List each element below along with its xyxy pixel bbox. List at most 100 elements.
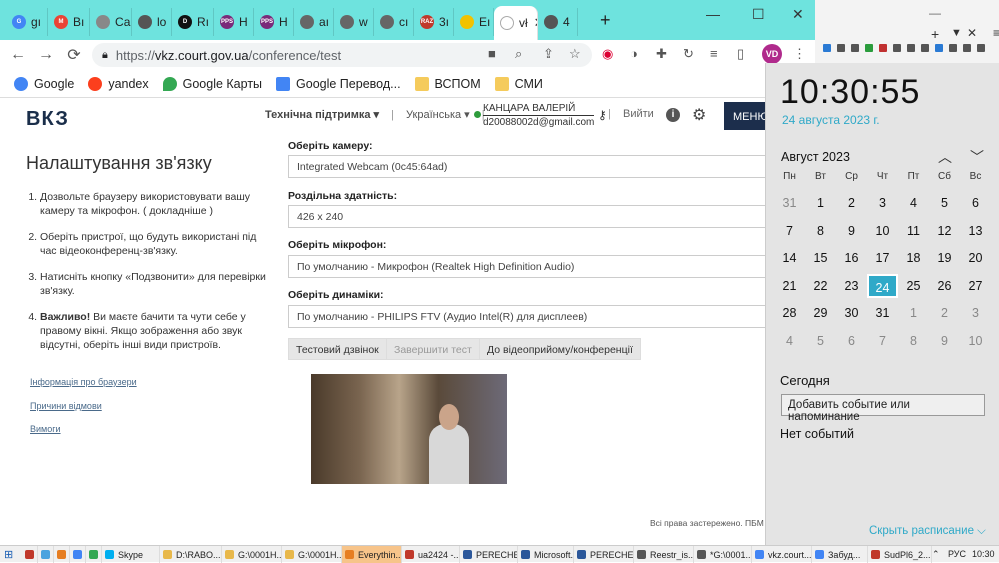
taskbar-app-button[interactable]: SudPl6_2... (868, 546, 932, 563)
calendar-day[interactable]: 2 (929, 301, 960, 325)
browser-tab[interactable]: vł✕ (494, 6, 538, 40)
camera-select[interactable]: Integrated Webcam (0c45:64ad) (288, 155, 768, 178)
history-icon[interactable]: ↻ (683, 46, 694, 62)
extension-icon[interactable]: ◉ (602, 46, 613, 62)
browser-tab[interactable]: Ggı (6, 8, 48, 36)
bookmark-google[interactable]: Google (14, 76, 74, 91)
taskbar-app-button[interactable]: Microsoft... (518, 546, 574, 563)
chevron-down-icon[interactable]: ﹀ (970, 147, 984, 167)
calendar-day[interactable]: 7 (867, 329, 898, 353)
taskbar-app-button[interactable]: Reestr_is... (634, 546, 694, 563)
language-dropdown[interactable]: Українська ▾ (406, 109, 470, 121)
calendar-day[interactable]: 1 (898, 301, 929, 325)
refusal-reasons-link[interactable]: Причини відмови (30, 401, 102, 411)
back-icon[interactable]: ← (4, 46, 32, 64)
browser-tab[interactable]: PPS Н (254, 8, 294, 36)
taskbar-app-button[interactable]: D:\RABO... (160, 546, 222, 563)
calendar-day[interactable]: 5 (805, 329, 836, 353)
calendar-day[interactable]: 10 (867, 219, 898, 243)
calendar-day[interactable]: 9 (836, 219, 867, 243)
calendar-day[interactable]: 26 (929, 274, 960, 298)
calendar-day[interactable]: 12 (929, 219, 960, 243)
toolbar-icon[interactable] (949, 44, 957, 52)
calendar-month[interactable]: Август 2023 (781, 150, 850, 164)
calendar-day[interactable]: 9 (929, 329, 960, 353)
calendar-day[interactable]: 18 (898, 246, 929, 270)
add-event-input[interactable]: Добавить событие или напоминание (781, 394, 985, 423)
toolbar-icon[interactable] (837, 44, 845, 52)
bookmark-folder-vspom[interactable]: ВСПОМ (414, 76, 481, 91)
go-to-conference-button[interactable]: До відеоприйому/конференції (479, 338, 641, 360)
calendar-day[interactable]: 10 (960, 329, 991, 353)
new-tab-button[interactable]: + (600, 10, 611, 31)
logout-link[interactable]: Вийти (623, 108, 654, 120)
taskbar-app-button[interactable] (86, 546, 102, 563)
bookmark-yandex[interactable]: yandex (88, 76, 149, 91)
toolbar-icon[interactable] (851, 44, 859, 52)
browser-tab[interactable]: D Rı (172, 8, 214, 36)
calendar-day[interactable]: 23 (836, 274, 867, 298)
toolbar-icon[interactable] (823, 44, 831, 52)
calendar-day[interactable]: 21 (774, 274, 805, 298)
input-language[interactable]: РУС (948, 549, 966, 559)
calendar-day-today[interactable]: 24 (867, 273, 898, 298)
media-icon[interactable]: ≡ (710, 46, 718, 61)
toolbar-icon[interactable] (865, 44, 873, 52)
close-icon[interactable]: ✕ (967, 26, 977, 40)
calendar-day[interactable]: 6 (960, 191, 991, 215)
calendar-day[interactable]: 27 (960, 274, 991, 298)
minimize-button[interactable]: — (706, 6, 720, 22)
calendar-day[interactable]: 3 (867, 191, 898, 215)
share-icon[interactable]: ⇪ (543, 46, 554, 62)
browser-tab[interactable]: RAZ 3ı (414, 8, 454, 36)
clock-date[interactable]: 24 августа 2023 г. (782, 113, 880, 127)
browser-tab[interactable]: PPS Н (214, 8, 254, 36)
info-icon[interactable]: i (666, 108, 680, 122)
chevron-down-icon[interactable]: ▼ (951, 27, 962, 39)
taskbar-app-button[interactable]: ua2424 -... (402, 546, 460, 563)
toolbar-icon[interactable] (921, 44, 929, 52)
taskbar-app-button[interactable]: PERECHE... (460, 546, 518, 563)
taskbar-app-button[interactable]: Skype (102, 546, 160, 563)
profile-avatar[interactable]: VD (762, 44, 782, 64)
browser-tab[interactable]: cı (374, 8, 414, 36)
calendar-day[interactable]: 11 (898, 219, 929, 243)
zoom-icon[interactable]: ⌕ (515, 46, 522, 62)
taskbar-app-button[interactable] (38, 546, 54, 563)
toolbar-icon[interactable] (907, 44, 915, 52)
taskbar-clock[interactable]: 10:30 (972, 549, 995, 559)
calendar-day[interactable]: 17 (867, 246, 898, 270)
star-icon[interactable]: ☆ (569, 46, 581, 62)
taskbar-app-button[interactable]: PERECHE... (574, 546, 634, 563)
taskbar-app-button[interactable] (70, 546, 86, 563)
calendar-day[interactable]: 25 (898, 274, 929, 298)
site-logo[interactable]: ВКЗ (26, 108, 69, 131)
calendar-day[interactable]: 22 (805, 274, 836, 298)
close-window-button[interactable]: ✕ (792, 6, 804, 23)
calendar-day[interactable]: 16 (836, 246, 867, 270)
calendar-day[interactable]: 30 (836, 301, 867, 325)
calendar-day[interactable]: 14 (774, 246, 805, 270)
support-dropdown[interactable]: Технічна підтримка ▾ (265, 109, 379, 121)
chevron-up-icon[interactable]: ︿ (938, 147, 952, 167)
browser-info-link[interactable]: Інформація про браузери (30, 377, 137, 387)
hide-schedule-link[interactable]: Скрыть расписание ⌵ (869, 525, 986, 538)
test-call-button[interactable]: Тестовий дзвінок (288, 338, 387, 360)
toolbar-icon[interactable] (963, 44, 971, 52)
calendar-day[interactable]: 31 (774, 191, 805, 215)
toolbar-icon[interactable] (935, 44, 943, 52)
calendar-day[interactable]: 2 (836, 191, 867, 215)
taskbar-app-button[interactable]: *G:\0001... (694, 546, 752, 563)
forward-icon[interactable]: → (32, 46, 60, 64)
taskbar-app-button[interactable]: G:\0001H... (222, 546, 282, 563)
browser-tab[interactable]: Еı (454, 8, 494, 36)
calendar-day[interactable]: 3 (960, 301, 991, 325)
puzzle-icon[interactable]: ✚ (656, 46, 667, 62)
calendar-day[interactable]: 19 (929, 246, 960, 270)
calendar-day[interactable]: 8 (898, 329, 929, 353)
calendar-day[interactable]: 7 (774, 219, 805, 243)
toolbar-icon[interactable] (893, 44, 901, 52)
calendar-day[interactable]: 4 (774, 329, 805, 353)
taskbar-app-button[interactable]: vkz.court.... (752, 546, 812, 563)
bookmark-translate[interactable]: Google Перевод... (276, 76, 401, 91)
